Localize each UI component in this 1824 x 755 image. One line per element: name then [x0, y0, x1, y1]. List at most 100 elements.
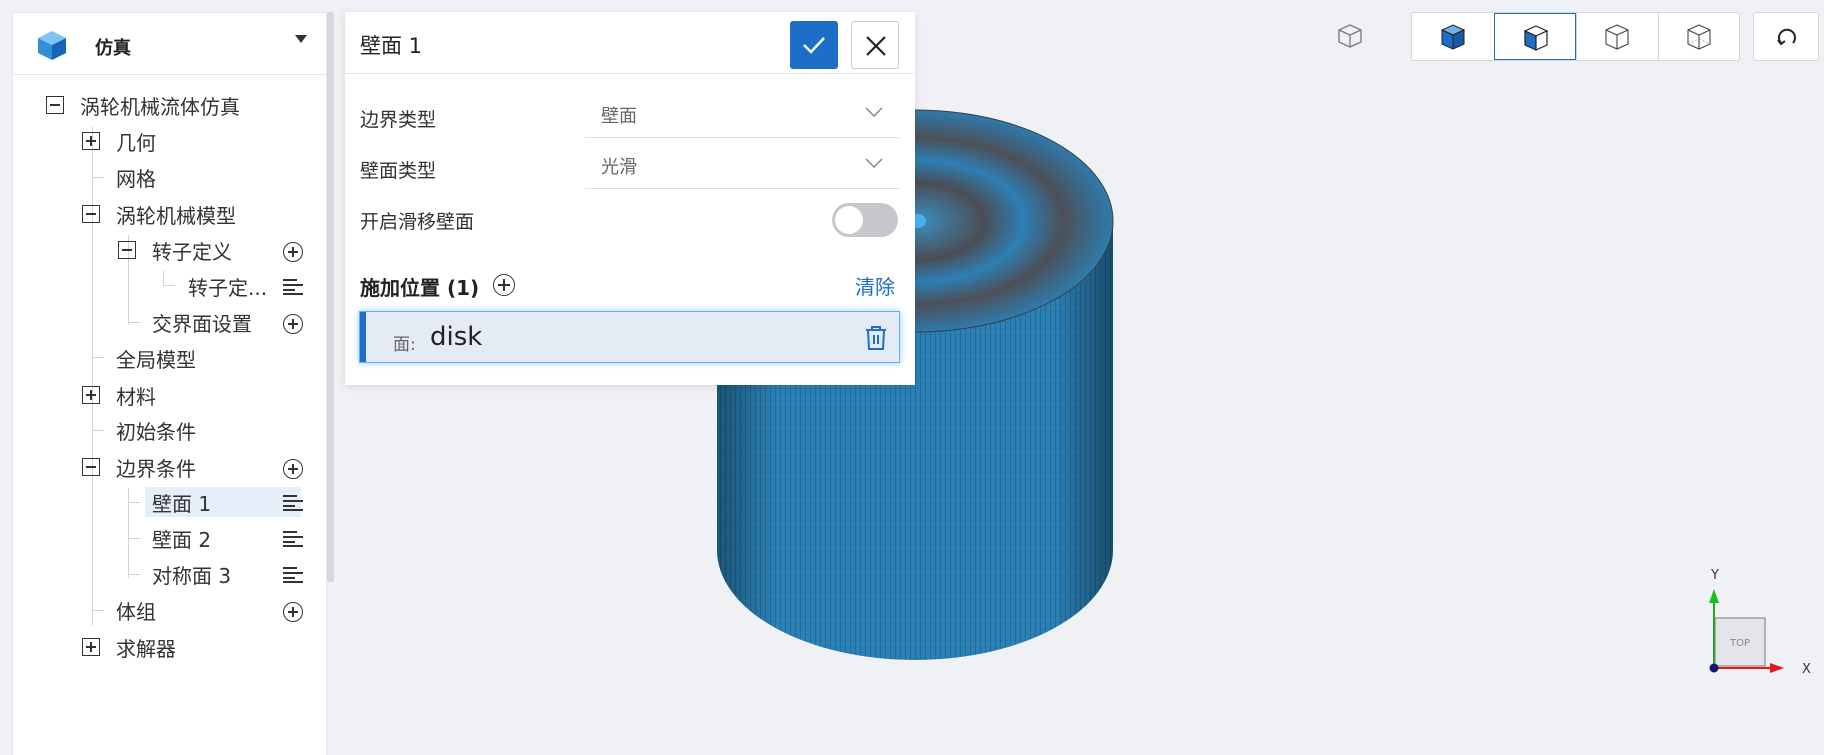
- face-prefix: 面:: [393, 335, 416, 355]
- selection-bar: [360, 312, 366, 362]
- tree-item-rotor-definition[interactable]: 转子定义: [152, 235, 232, 265]
- tree-line: [163, 271, 164, 286]
- expand-icon[interactable]: [82, 386, 100, 404]
- toggle-knob: [835, 206, 863, 234]
- chevron-down-icon: [865, 158, 883, 168]
- boundary-type-select[interactable]: 壁面: [585, 88, 899, 138]
- tree-item-label: 求解器: [116, 636, 176, 661]
- tree-item-global-model[interactable]: 全局模型: [116, 343, 196, 373]
- shaded-view-button[interactable]: [1412, 13, 1494, 60]
- tree-line: [128, 322, 140, 323]
- tree-item-rotor-definition-child[interactable]: 转子定...: [188, 271, 267, 301]
- tree-item-label: 对称面 3: [152, 563, 232, 588]
- dialog-title: 壁面 1: [360, 34, 423, 58]
- clear-button[interactable]: 清除: [855, 271, 895, 300]
- tree-line: [92, 430, 104, 431]
- tree-item-root[interactable]: 涡轮机械流体仿真: [80, 90, 240, 120]
- panel-header: 仿真: [13, 13, 326, 75]
- cube-logo-icon: [38, 31, 66, 60]
- tree-item-label: 初始条件: [116, 419, 196, 444]
- y-axis-label: Y: [1710, 568, 1719, 583]
- wireframe-view-button[interactable]: [1576, 13, 1658, 60]
- tree-line: [128, 502, 140, 503]
- tree-item-turbo-model[interactable]: 涡轮机械模型: [116, 199, 236, 229]
- tree-line: [92, 357, 104, 358]
- tree-item-label: 体组: [116, 599, 156, 624]
- hidden-line-view-button[interactable]: [1658, 13, 1740, 60]
- check-icon: [803, 37, 825, 54]
- add-icon[interactable]: [283, 242, 303, 262]
- transparent-cube-icon: [1687, 24, 1711, 50]
- menu-icon[interactable]: [283, 531, 303, 547]
- wall-boundary-dialog: 壁面 1 边界类型 壁面 壁面类型 光滑 开启滑移壁面 施加位置 (1) 清除 …: [345, 12, 915, 385]
- chevron-down-icon: [865, 107, 883, 117]
- isometric-view-icon[interactable]: [1337, 23, 1363, 49]
- tree-item-wall-1[interactable]: 壁面 1: [152, 487, 211, 517]
- collapse-icon[interactable]: [46, 96, 64, 114]
- tree-item-label: 涡轮机械流体仿真: [80, 94, 240, 119]
- tree-item-solver[interactable]: 求解器: [116, 632, 176, 662]
- tree-item-label: 边界条件: [116, 456, 196, 481]
- slip-wall-label: 开启滑移壁面: [360, 211, 475, 233]
- apply-position-title: 施加位置 (1): [360, 276, 480, 300]
- trash-icon[interactable]: [864, 325, 888, 351]
- shaded-edges-cube-icon: [1523, 25, 1549, 51]
- axis-triad: Y TOP X: [1709, 568, 1811, 677]
- cube-face-label: TOP: [1729, 638, 1750, 649]
- x-axis-label: X: [1802, 662, 1811, 677]
- model-tree-panel: 仿真 涡轮机械流体仿真 几何 网格 涡轮机械模型 转子定义 转子定... 交界面…: [12, 12, 327, 755]
- menu-icon[interactable]: [283, 279, 303, 295]
- chevron-down-icon[interactable]: [295, 35, 307, 43]
- tree-item-label: 网格: [116, 166, 156, 191]
- tree-item-geometry[interactable]: 几何: [116, 126, 156, 156]
- confirm-button[interactable]: [790, 21, 838, 69]
- slip-wall-toggle[interactable]: [832, 203, 898, 237]
- tree-item-material[interactable]: 材料: [116, 380, 156, 410]
- close-icon: [866, 36, 886, 56]
- shaded-edges-view-button[interactable]: [1494, 13, 1576, 60]
- collapse-icon[interactable]: [82, 458, 100, 476]
- tree-item-label: 壁面 2: [152, 527, 212, 552]
- boundary-type-value: 壁面: [601, 106, 637, 127]
- menu-icon[interactable]: [283, 567, 303, 583]
- tree-item-mesh[interactable]: 网格: [116, 162, 156, 192]
- tree-item-symmetry-3[interactable]: 对称面 3: [152, 559, 231, 589]
- tree-line: [92, 177, 104, 178]
- display-mode-group: [1411, 12, 1740, 61]
- face-name: disk: [430, 322, 483, 352]
- tree-item-label: 交界面设置: [152, 311, 252, 336]
- tree-item-label: 材料: [116, 384, 156, 409]
- app-title: 仿真: [95, 38, 131, 59]
- reset-view-button[interactable]: [1753, 12, 1819, 61]
- wireframe-cube-icon: [1605, 24, 1629, 50]
- boundary-type-label: 边界类型: [360, 109, 437, 131]
- tree-item-label: 涡轮机械模型: [116, 203, 236, 228]
- tree-item-label: 转子定义: [152, 239, 232, 264]
- add-icon[interactable]: [283, 314, 303, 334]
- dialog-header: 壁面 1: [345, 12, 915, 74]
- collapse-icon[interactable]: [82, 205, 100, 223]
- expand-icon[interactable]: [82, 638, 100, 656]
- add-icon[interactable]: [283, 459, 303, 479]
- rotate-icon: [1777, 28, 1796, 46]
- tree-item-initial-conditions[interactable]: 初始条件: [116, 415, 196, 445]
- tree-item-wall-2[interactable]: 壁面 2: [152, 523, 211, 553]
- expand-icon[interactable]: [82, 132, 100, 150]
- wall-type-select[interactable]: 光滑: [585, 139, 899, 189]
- wall-type-value: 光滑: [601, 157, 637, 178]
- add-position-icon[interactable]: [493, 274, 515, 296]
- tree-item-body-group[interactable]: 体组: [116, 595, 156, 625]
- menu-icon[interactable]: [283, 495, 303, 511]
- tree-line: [128, 538, 140, 539]
- collapse-icon[interactable]: [118, 241, 136, 259]
- scrollbar[interactable]: [327, 12, 334, 582]
- tree-item-label: 全局模型: [116, 347, 196, 372]
- add-icon[interactable]: [283, 602, 303, 622]
- tree-item-label: 几何: [116, 130, 156, 155]
- tree-line: [128, 574, 140, 575]
- tree-item-label: 转子定...: [188, 275, 268, 300]
- tree-item-interface[interactable]: 交界面设置: [152, 307, 252, 337]
- tree-item-boundary-conditions[interactable]: 边界条件: [116, 452, 196, 482]
- position-list-item[interactable]: 面: disk: [359, 311, 900, 363]
- close-button[interactable]: [851, 21, 899, 69]
